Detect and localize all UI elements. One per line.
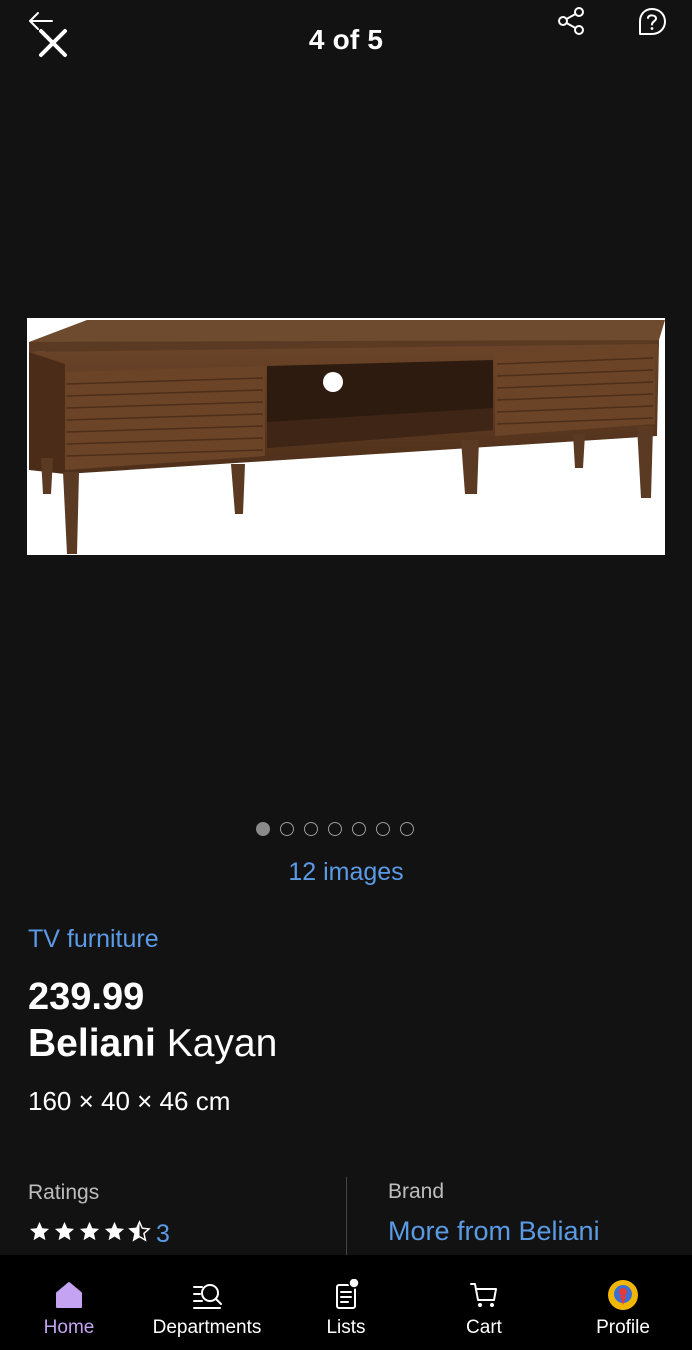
lists-icon	[336, 1279, 360, 1309]
star-icon	[79, 1221, 100, 1241]
product-image[interactable]	[27, 318, 665, 555]
nav-label-lists: Lists	[326, 1317, 366, 1338]
half-star-icon	[128, 1220, 151, 1242]
nav-label-cart: Cart	[466, 1317, 502, 1338]
nav-item-departments[interactable]: Departments	[138, 1255, 276, 1350]
section-divider	[346, 1177, 347, 1255]
nav-item-profile[interactable]: Profile	[554, 1255, 692, 1350]
star-rating[interactable]	[28, 1220, 151, 1243]
star-icon	[54, 1221, 75, 1241]
cart-icon	[470, 1283, 497, 1307]
nav-label-home: Home	[43, 1317, 95, 1338]
category-link[interactable]: TV furniture	[28, 925, 159, 954]
profile-icon	[608, 1280, 638, 1310]
nav-label-departments: Departments	[152, 1317, 262, 1338]
nav-item-lists[interactable]: Lists	[277, 1255, 415, 1350]
nav-label-profile: Profile	[596, 1317, 650, 1338]
carousel-dot[interactable]	[328, 822, 342, 836]
images-link[interactable]: 12 images	[246, 858, 446, 887]
home-icon	[56, 1282, 82, 1308]
share-icon[interactable]	[556, 6, 586, 36]
carousel-dot[interactable]	[376, 822, 390, 836]
more-from-brand-link[interactable]: More from Beliani	[388, 1216, 600, 1247]
carousel-dots	[256, 822, 414, 842]
bottom-nav: Home Departments Lists Cart Profile	[0, 1255, 692, 1350]
product-dimensions: 160 × 40 × 46 cm	[28, 1086, 231, 1116]
carousel-dot[interactable]	[256, 822, 270, 836]
tv-stand-image	[29, 320, 665, 554]
product-title: Beliani Kayan	[28, 1022, 277, 1066]
carousel-dot[interactable]	[400, 822, 414, 836]
star-icon	[29, 1221, 50, 1241]
carousel-dot[interactable]	[352, 822, 366, 836]
product-price: 239.99	[28, 976, 145, 1018]
nav-item-home[interactable]: Home	[0, 1255, 138, 1350]
departments-icon	[193, 1284, 222, 1309]
image-counter: 4 of 5	[308, 24, 384, 55]
nav-item-cart[interactable]: Cart	[415, 1255, 553, 1350]
star-icon	[104, 1221, 125, 1241]
carousel-dot[interactable]	[304, 822, 318, 836]
help-icon[interactable]	[636, 6, 668, 38]
product-name: Kayan	[166, 1022, 278, 1065]
brand-label: Brand	[388, 1180, 445, 1203]
carousel-dot[interactable]	[280, 822, 294, 836]
rating-count-link[interactable]: 3	[156, 1220, 170, 1249]
product-brand: Beliani	[28, 1022, 156, 1065]
close-icon[interactable]	[36, 26, 70, 60]
ratings-label: Ratings	[28, 1181, 100, 1204]
